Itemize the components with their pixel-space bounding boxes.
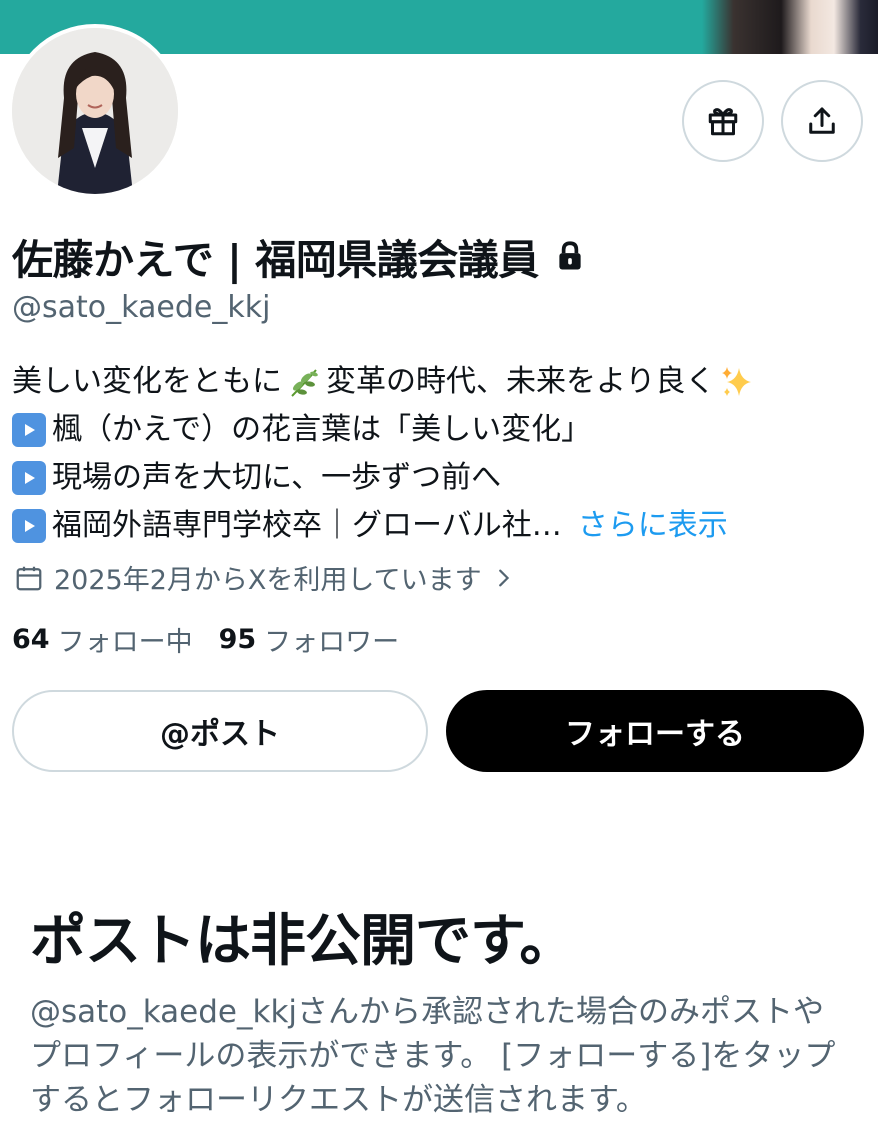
lock-icon [559,241,581,270]
show-more-link[interactable]: さらに表示 [578,502,728,550]
bio-text: 福岡外語専門学校卒｜グローバル社… [52,508,562,543]
avatar[interactable] [12,28,178,194]
play-button-emoji [12,413,46,447]
gift-button[interactable] [682,80,764,162]
following-label[interactable]: フォロー中 [58,620,193,659]
profile-name-row: 佐藤かえで | 福岡県議会議員 [12,226,587,286]
bio-text: 楓（かえで）の花言葉は「美しい変化」 [52,412,592,447]
bio-line: 美しい変化をともに 変革の時代、未来をより良く [12,358,872,406]
banner-photo [702,0,878,54]
play-button-emoji [12,509,46,543]
follow-button[interactable]: フォローする [446,690,864,772]
bio-text: 現場の声を大切に、一歩ずつ前へ [52,460,502,495]
chevron-right-icon [498,569,509,586]
followers-count[interactable]: 95 [219,624,257,655]
private-notice-title: ポストは非公開です。 [30,909,575,974]
mention-post-button[interactable]: @ポスト [12,690,428,772]
share-icon [809,107,835,134]
bio-line: 福岡外語専門学校卒｜グローバル社… さらに表示 [12,502,872,550]
private-notice-description: @sato_kaede_kkjさんから承認された場合のみポストやプロフィールの表… [30,994,836,1118]
bio-line: 楓（かえで）の花言葉は「美しい変化」 [12,406,872,454]
following-count[interactable]: 64 [12,624,50,655]
follow-stats: 64 フォロー中 95 フォロワー [12,620,425,659]
bio-text: 変革の時代、未来をより良く [326,364,716,399]
play-button-emoji [12,461,46,495]
sparkles-emoji [722,367,752,396]
followers-label[interactable]: フォロワー [264,620,399,659]
share-button[interactable] [781,80,863,162]
bio-text: 美しい変化をともに [12,364,282,399]
profile-name: 佐藤かえで | 福岡県議会議員 [12,236,539,284]
profile-bio: 美しい変化をともに 変革の時代、未来をより良く 楓（かえで）の花言葉は「美しい変… [12,358,872,550]
joined-text: 2025年2月からXを利用しています [54,565,482,596]
gift-icon [708,108,738,136]
profile-handle: @sato_kaede_kkj [12,290,271,325]
joined-date[interactable]: 2025年2月からXを利用しています [14,558,524,597]
calendar-icon [16,566,42,590]
bio-line: 現場の声を大切に、一歩ずつ前へ [12,454,872,502]
herb-emoji [291,369,318,397]
